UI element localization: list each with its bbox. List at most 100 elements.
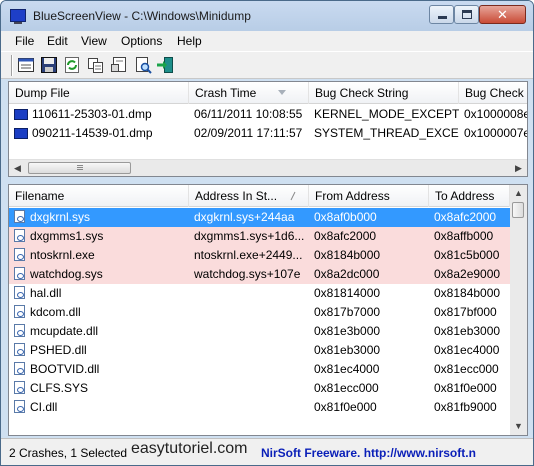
column-address-in-stack[interactable]: Address In St... [189,185,309,207]
menu-bar: File Edit View Options Help [1,31,533,51]
driver-row[interactable]: CI.dll 0x81f0e000 0x81fb9000 [9,398,510,417]
dump-file-icon [14,109,28,120]
address-in-stack-cell [189,398,309,417]
app-window: BlueScreenView - C:\Windows\Minidump ✕ F… [0,0,534,466]
crash-row[interactable]: 110611-25303-01.dmp 06/11/2011 10:08:55 … [9,105,527,124]
to-address-cell: 0x8a2e9000 [434,267,501,281]
crash-list-hscroll-thumb[interactable] [28,162,131,174]
crash-time-cell: 02/09/2011 17:11:57 [194,126,303,140]
driver-row[interactable]: ntoskrnl.exe ntoskrnl.exe+2449... 0x8184… [9,246,510,265]
scroll-down-icon[interactable]: ▼ [510,418,527,435]
crash-list-hscrollbar[interactable]: ◀ ▶ [9,159,527,176]
status-bar: 2 Crashes, 1 Selected NirSoft Freeware. … [1,438,533,465]
find-icon [136,57,152,74]
driver-file-icon [14,229,25,242]
refresh-button[interactable] [63,56,81,74]
driver-row[interactable]: dxgkrnl.sys dxgkrnl.sys+244aa 0x8af0b000… [9,208,510,227]
from-address-cell: 0x8184b000 [314,248,381,262]
menu-view[interactable]: View [81,34,107,48]
save-icon [41,57,57,73]
address-in-stack-cell: dxgkrnl.sys+244aa [194,210,295,224]
driver-row[interactable]: mcupdate.dll 0x81e3b000 0x81eb3000 [9,322,510,341]
driver-list-vscroll-thumb[interactable] [512,202,524,218]
column-to-address[interactable]: To Address [429,185,510,207]
filename-cell: ntoskrnl.exe [9,246,189,265]
title-bar[interactable]: BlueScreenView - C:\Windows\Minidump ✕ [1,1,533,31]
driver-row[interactable]: hal.dll 0x81814000 0x8184b000 [9,284,510,303]
maximize-button[interactable] [454,5,479,24]
filename-cell: watchdog.sys [9,265,189,284]
driver-file-icon [14,305,25,318]
filename-cell: hal.dll [9,284,189,303]
scroll-grip-icon [76,165,83,170]
copy-button[interactable] [87,56,105,74]
from-address-cell: 0x81e3b000 [314,324,381,338]
scroll-up-icon[interactable]: ▲ [510,185,527,202]
driver-row[interactable]: dxgmms1.sys dxgmms1.sys+1d6... 0x8afc200… [9,227,510,246]
status-summary: 2 Crashes, 1 Selected [9,446,128,460]
driver-file-icon [14,343,25,356]
dump-file-cell: 110611-25303-01.dmp [9,105,189,124]
crash-time-cell: 06/11/2011 10:08:55 [194,107,303,121]
filename-cell: mcupdate.dll [9,322,189,341]
driver-row[interactable]: watchdog.sys watchdog.sys+107e 0x8a2dc00… [9,265,510,284]
from-address-cell: 0x81814000 [314,286,381,300]
scroll-left-icon[interactable]: ◀ [9,160,26,176]
menu-options[interactable]: Options [121,34,162,48]
driver-row[interactable]: CLFS.SYS 0x81ecc000 0x81f0e000 [9,379,510,398]
dump-file-name: 110611-25303-01.dmp [32,107,152,121]
address-in-stack-cell [189,303,309,322]
driver-row[interactable]: BOOTVID.dll 0x81ec4000 0x81ecc000 [9,360,510,379]
bluescreen-app-icon [10,9,26,24]
exit-button[interactable] [156,56,174,74]
column-bug-check-code[interactable]: Bug Check [459,82,527,104]
from-address-cell: 0x8af0b000 [314,210,377,224]
filename-cell: kdcom.dll [9,303,189,322]
driver-file-icon [14,324,25,337]
driver-filename: dxgkrnl.sys [30,210,91,224]
column-crash-time[interactable]: Crash Time [189,82,309,104]
find-button[interactable] [134,56,152,74]
crash-list-pane: Dump File Crash Time Bug Check String Bu… [8,81,528,177]
html-report-button[interactable] [110,56,128,74]
filename-cell: dxgmms1.sys [9,227,189,246]
from-address-cell: 0x8a2dc000 [314,267,380,281]
column-resize-icon [290,191,296,201]
copy-icon [88,58,103,73]
crash-row[interactable]: 090211-14539-01.dmp 02/09/2011 17:11:57 … [9,124,528,143]
address-in-stack-cell: dxgmms1.sys+1d6... [194,229,305,243]
filename-cell: PSHED.dll [9,341,189,360]
driver-filename: watchdog.sys [30,267,103,281]
nirsoft-link[interactable]: NirSoft Freeware. http://www.nirsoft.n [261,443,529,463]
address-in-stack-cell [189,379,309,398]
filename-cell: CI.dll [9,398,189,417]
column-filename[interactable]: Filename [9,185,189,207]
bug-check-string-cell: KERNEL_MODE_EXCEPTI... [314,107,459,121]
filename-cell: BOOTVID.dll [9,360,189,379]
driver-filename: CLFS.SYS [30,381,89,395]
column-bug-check-string[interactable]: Bug Check String [309,82,459,104]
menu-file[interactable]: File [15,34,34,48]
address-in-stack-cell: ntoskrnl.exe+2449... [194,248,303,262]
close-button[interactable]: ✕ [479,5,526,24]
properties-button[interactable] [17,56,35,74]
scroll-right-icon[interactable]: ▶ [510,160,527,176]
close-icon: ✕ [497,7,508,22]
column-crash-time-label: Crash Time [195,86,257,100]
driver-file-icon [14,248,25,261]
save-button[interactable] [40,56,58,74]
driver-filename: kdcom.dll [30,305,81,319]
menu-edit[interactable]: Edit [47,34,68,48]
driver-row[interactable]: kdcom.dll 0x817b7000 0x817bf000 [9,303,510,322]
driver-filename: CI.dll [30,400,58,414]
bug-check-code-cell: 0x1000007e [464,126,528,140]
driver-filename: PSHED.dll [30,343,87,357]
filename-cell: dxgkrnl.sys [9,208,189,227]
driver-row[interactable]: PSHED.dll 0x81eb3000 0x81ec4000 [9,341,510,360]
minimize-button[interactable] [429,5,454,24]
column-dump-file[interactable]: Dump File [9,82,189,104]
menu-help[interactable]: Help [177,34,202,48]
driver-file-icon [14,362,25,375]
driver-list-vscrollbar[interactable]: ▲ ▼ [510,185,527,435]
column-from-address[interactable]: From Address [309,185,429,207]
